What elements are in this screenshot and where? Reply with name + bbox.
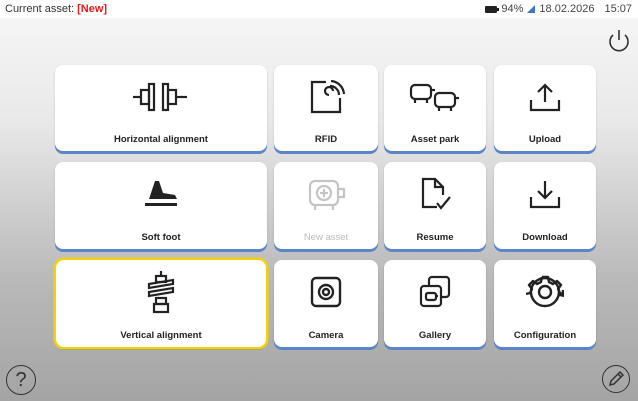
gallery-icon	[417, 272, 453, 312]
tile-soft-foot[interactable]: Soft foot	[55, 162, 267, 249]
battery-level: 94%	[501, 3, 524, 15]
tile-label: Download	[522, 232, 568, 243]
system-status: 94% 18.02.2026 15:07	[485, 3, 632, 15]
new-asset-icon	[304, 174, 348, 214]
tile-vertical-alignment[interactable]: Vertical alignment	[56, 260, 266, 347]
tile-download[interactable]: Download	[494, 162, 596, 249]
power-icon	[609, 30, 629, 52]
tile-label: Vertical alignment	[120, 330, 202, 341]
tile-label: Configuration	[513, 330, 577, 341]
rfid-icon	[306, 77, 346, 117]
signal-icon	[527, 5, 536, 13]
tile-label: Horizontal alignment	[114, 134, 208, 145]
current-asset-label: Current asset:	[5, 3, 78, 15]
horizontal-alignment-icon	[129, 77, 193, 117]
current-asset-value: [New]	[77, 3, 108, 15]
gear-icon	[526, 272, 564, 312]
current-asset-indicator: Current asset: [New]	[5, 3, 107, 15]
tile-gallery[interactable]: Gallery	[384, 260, 486, 347]
tile-label: Asset park	[410, 134, 460, 145]
tile-label: Upload	[528, 134, 562, 145]
question-mark-icon: ?	[15, 368, 27, 391]
tile-upload[interactable]: Upload	[494, 65, 596, 151]
status-bar: Current asset: [New] 94% 18.02.2026 15:0…	[0, 0, 638, 18]
time-text: 15:07	[604, 3, 632, 15]
tile-horizontal-alignment[interactable]: Horizontal alignment	[55, 65, 267, 151]
tile-label: Camera	[308, 330, 344, 341]
resume-icon	[417, 174, 453, 214]
date-text: 18.02.2026	[539, 3, 595, 15]
tile-label: Soft foot	[141, 232, 181, 243]
tile-camera[interactable]: Camera	[274, 260, 378, 347]
camera-icon	[308, 272, 344, 312]
edit-button[interactable]	[602, 365, 630, 393]
tile-label: New asset	[303, 232, 349, 243]
soft-foot-icon	[137, 174, 185, 214]
vertical-alignment-icon	[144, 271, 178, 314]
battery-icon	[485, 5, 500, 13]
tile-configuration[interactable]: Configuration	[494, 260, 596, 347]
tile-label: Gallery	[418, 330, 452, 341]
tile-asset-park[interactable]: Asset park	[384, 65, 486, 151]
tile-label: RFID	[314, 134, 338, 145]
help-button[interactable]: ?	[6, 365, 36, 395]
tile-resume[interactable]: Resume	[384, 162, 486, 249]
download-icon	[527, 174, 563, 214]
tile-label: Resume	[416, 232, 454, 243]
upload-icon	[527, 77, 563, 117]
tile-new-asset: New asset	[274, 162, 378, 249]
asset-park-icon	[407, 77, 463, 117]
tile-rfid[interactable]: RFID	[274, 65, 378, 151]
pencil-icon	[608, 370, 625, 387]
power-button[interactable]	[604, 26, 634, 56]
